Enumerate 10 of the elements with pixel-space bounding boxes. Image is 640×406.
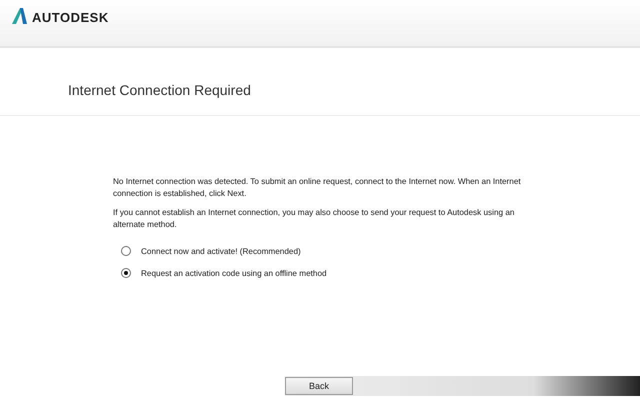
paragraph: If you cannot establish an Internet connection, you may also choose to send your request to Autodesk using an alternate method. — [113, 207, 516, 231]
logo-text: AUTODESK — [32, 10, 109, 25]
radio-button[interactable] — [121, 268, 131, 278]
radio-button[interactable] — [121, 246, 131, 256]
page-title: Internet Connection Required — [68, 82, 252, 98]
option-label[interactable]: Request an activation code using an offline method — [141, 268, 327, 278]
paragraph: No Internet connection was detected. To submit an online request, connect to the Internet now. When an Internet connection is established, click Next. — [113, 176, 522, 200]
back-button[interactable]: Back — [285, 377, 353, 395]
option-label[interactable]: Connect now and activate! (Recommended) — [141, 246, 301, 256]
logo-icon — [12, 8, 27, 24]
